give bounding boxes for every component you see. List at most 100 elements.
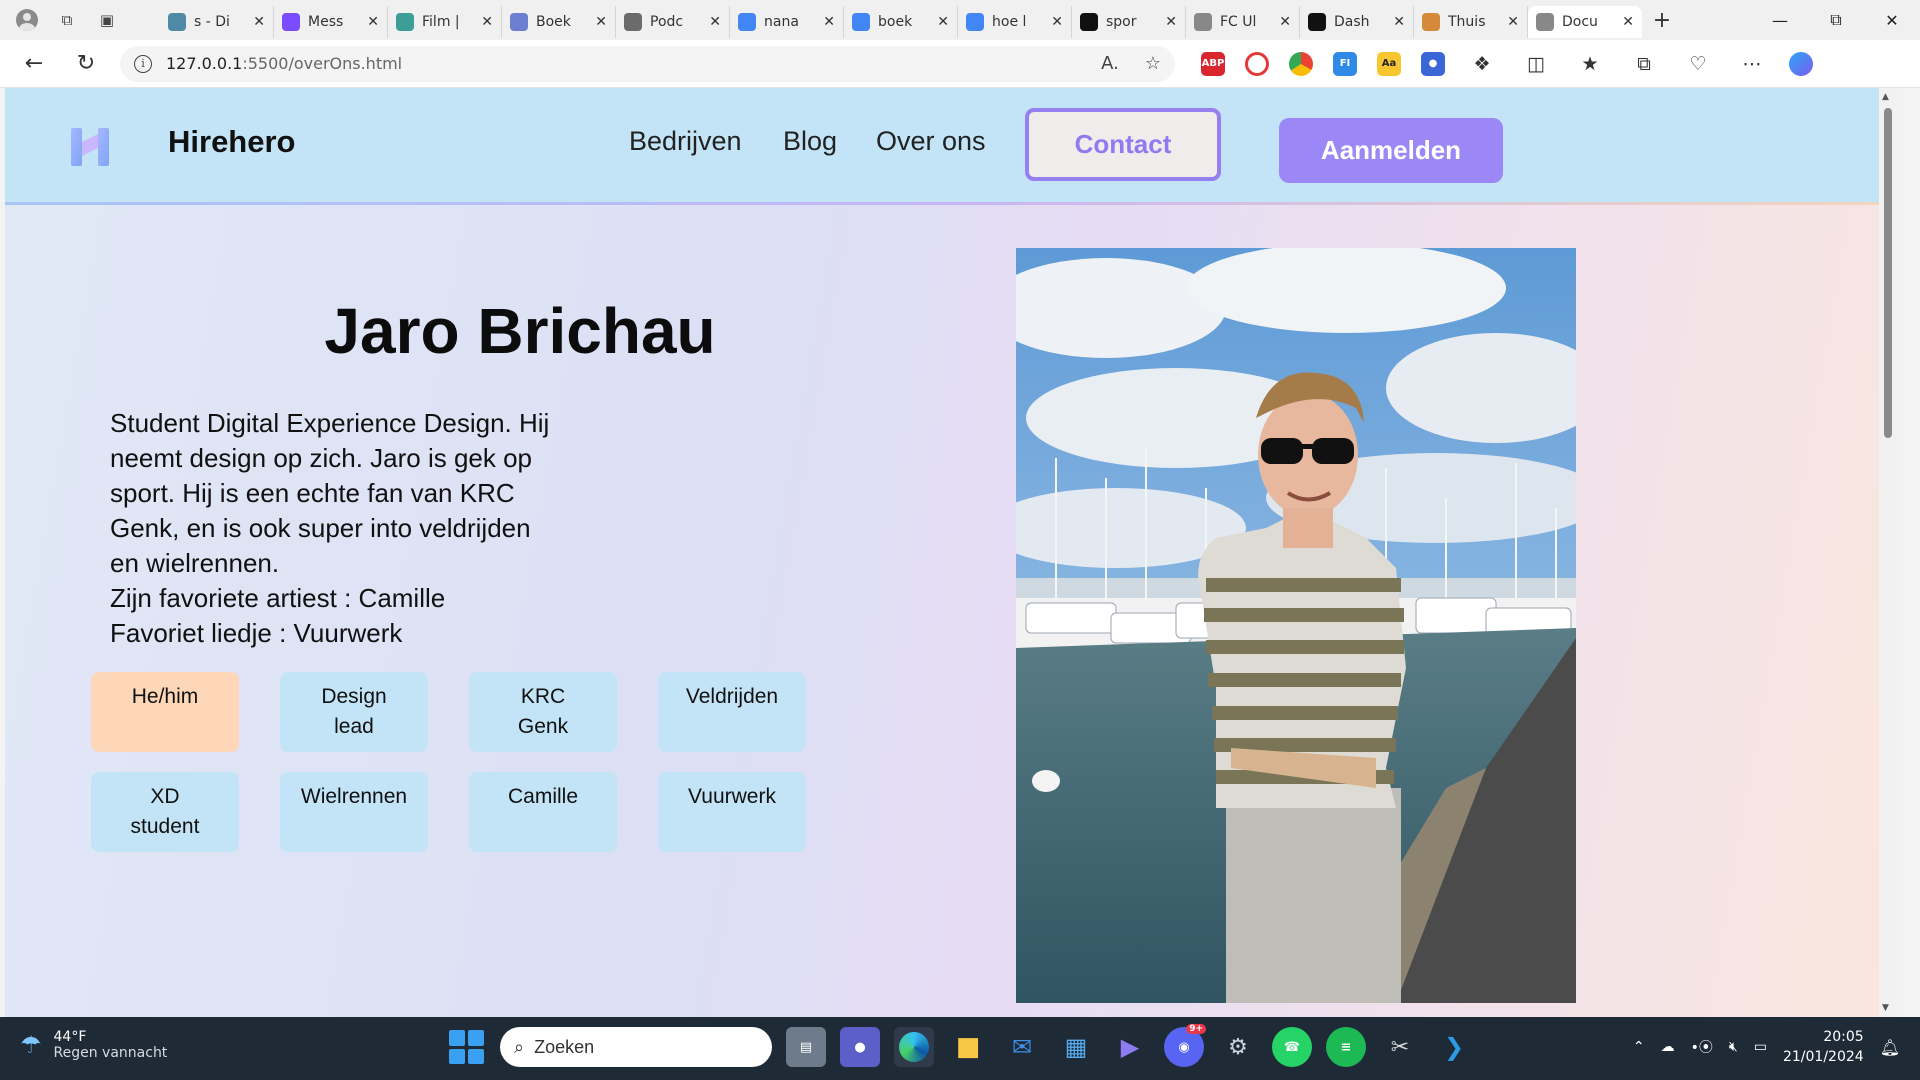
- close-tab-icon[interactable]: ✕: [1279, 14, 1291, 30]
- taskbar-search[interactable]: ⌕ Zoeken: [500, 1027, 772, 1067]
- close-tab-icon[interactable]: ✕: [1051, 14, 1063, 30]
- close-tab-icon[interactable]: ✕: [823, 14, 835, 30]
- volume-muted-icon[interactable]: 🔇︎: [1729, 1039, 1738, 1055]
- tab-title: s - Di: [194, 14, 230, 30]
- favorite-star-icon[interactable]: ☆: [1145, 53, 1161, 74]
- browser-tab[interactable]: Mess ✕: [274, 6, 388, 38]
- browser-tab[interactable]: Dash ✕: [1300, 6, 1414, 38]
- close-window-icon[interactable]: ✕: [1864, 0, 1920, 40]
- microsoft-store-icon[interactable]: ▦: [1056, 1027, 1096, 1067]
- browser-tab[interactable]: nana ✕: [730, 6, 844, 38]
- browser-tab[interactable]: hoe l ✕: [958, 6, 1072, 38]
- network-off-icon[interactable]: ☁: [1661, 1039, 1675, 1055]
- teams-chat-icon[interactable]: ●: [840, 1027, 880, 1067]
- browser-tab[interactable]: Docu ✕: [1528, 6, 1642, 38]
- browser-tab[interactable]: boek ✕: [844, 6, 958, 38]
- vscode-icon[interactable]: ❯: [1434, 1027, 1474, 1067]
- profile-avatar-icon[interactable]: [10, 5, 44, 35]
- hirehero-logo-icon[interactable]: [69, 126, 111, 168]
- close-tab-icon[interactable]: ✕: [1165, 14, 1177, 30]
- brand-name[interactable]: Hirehero: [168, 124, 295, 160]
- profile-tag-text: He/him: [131, 685, 199, 708]
- discord-icon[interactable]: ◉ 9+: [1164, 1024, 1206, 1067]
- color-extension-icon[interactable]: [1289, 51, 1313, 76]
- browser-tab-bar: ⧉ ▣ s - Di ✕ Mess ✕ Film | ✕ Boek ✕ Podc ✕ nana ✕ bo…: [0, 0, 1920, 40]
- scroll-down-icon[interactable]: ▼: [1882, 1003, 1889, 1013]
- close-tab-icon[interactable]: ✕: [595, 14, 607, 30]
- browser-tab[interactable]: Film | ✕: [388, 6, 502, 38]
- profile-tag: He/him: [91, 672, 239, 752]
- wifi-icon[interactable]: •⦿: [1691, 1037, 1713, 1057]
- close-tab-icon[interactable]: ✕: [481, 14, 493, 30]
- pinned-extension-icon[interactable]: ●: [1421, 51, 1445, 76]
- notification-bell-icon[interactable]: 🔔︎: [1880, 1038, 1900, 1057]
- copilot-icon[interactable]: [1789, 51, 1813, 76]
- whatsapp-icon[interactable]: ☎: [1272, 1027, 1312, 1067]
- more-options-icon[interactable]: ⋯: [1735, 53, 1769, 75]
- close-tab-icon[interactable]: ✕: [1507, 14, 1519, 30]
- collections-icon[interactable]: ⧉: [1627, 53, 1661, 75]
- start-button-icon[interactable]: [446, 1027, 486, 1067]
- close-tab-icon[interactable]: ✕: [253, 14, 265, 30]
- task-view-icon[interactable]: ▤: [786, 1027, 826, 1067]
- browser-essentials-icon[interactable]: ♡: [1681, 53, 1715, 75]
- clock[interactable]: 20:05 21/01/2024: [1783, 1027, 1864, 1067]
- record-extension-icon[interactable]: [1245, 51, 1269, 76]
- edge-browser-icon[interactable]: [894, 1027, 934, 1067]
- clipchamp-icon[interactable]: ▶: [1110, 1027, 1150, 1067]
- steam-icon[interactable]: ⚙: [1218, 1027, 1258, 1067]
- dictionary-extension-icon[interactable]: Aa: [1377, 51, 1401, 76]
- browser-tab[interactable]: spor ✕: [1072, 6, 1186, 38]
- close-tab-icon[interactable]: ✕: [1393, 14, 1405, 30]
- extensions-puzzle-icon[interactable]: ❖: [1465, 53, 1499, 75]
- windows-taskbar: ☂ 44°F Regen vannacht ⌕ Zoeken ▤ ● ■ ✉ ▦…: [0, 1017, 1920, 1080]
- nav-bedrijven[interactable]: Bedrijven: [629, 126, 742, 157]
- spotify-icon[interactable]: ≡: [1326, 1027, 1366, 1067]
- tab-title: Boek: [536, 14, 571, 30]
- battery-icon[interactable]: ▭: [1754, 1039, 1767, 1055]
- register-button[interactable]: Aanmelden: [1279, 118, 1503, 183]
- workspaces-icon[interactable]: ⧉: [50, 5, 84, 35]
- browser-tab[interactable]: Thuis ✕: [1414, 6, 1528, 38]
- tab-actions-icon[interactable]: ▣: [90, 5, 124, 35]
- favorites-icon[interactable]: ★: [1573, 53, 1607, 75]
- restore-icon[interactable]: ⧉: [1808, 0, 1864, 40]
- site-header: Hirehero Bedrijven Blog Over ons Contact…: [5, 88, 1897, 205]
- browser-tab[interactable]: Boek ✕: [502, 6, 616, 38]
- close-tab-icon[interactable]: ✕: [1622, 14, 1634, 30]
- site-info-icon[interactable]: i: [134, 54, 152, 73]
- snipping-tool-icon[interactable]: ✂: [1380, 1027, 1420, 1067]
- browser-tab[interactable]: Podc ✕: [616, 6, 730, 38]
- browser-tab[interactable]: s - Di ✕: [160, 6, 274, 38]
- contact-button[interactable]: Contact: [1025, 108, 1221, 181]
- nav-over-ons[interactable]: Over ons: [876, 126, 986, 157]
- minimize-icon[interactable]: —: [1752, 0, 1808, 40]
- new-tab-button[interactable]: +: [1642, 8, 1682, 33]
- back-icon[interactable]: ←: [14, 46, 54, 82]
- split-screen-icon[interactable]: ◫: [1519, 53, 1553, 75]
- browser-tab[interactable]: FC Ul ✕: [1186, 6, 1300, 38]
- fi-extension-icon[interactable]: FI: [1333, 51, 1357, 76]
- url-text[interactable]: 127.0.0.1:5500/overOns.html: [166, 54, 402, 73]
- file-explorer-icon[interactable]: ■: [948, 1027, 988, 1067]
- close-tab-icon[interactable]: ✕: [709, 14, 721, 30]
- discord-badge: 9+: [1186, 1024, 1206, 1034]
- address-bar[interactable]: i 127.0.0.1:5500/overOns.html A. ☆: [120, 45, 1175, 82]
- close-tab-icon[interactable]: ✕: [367, 14, 379, 30]
- read-aloud-icon[interactable]: A.: [1101, 53, 1119, 74]
- nav-blog[interactable]: Blog: [783, 126, 837, 157]
- tab-title: Podc: [650, 14, 684, 30]
- scroll-up-icon[interactable]: ▲: [1882, 92, 1889, 102]
- umbrella-rain-icon: ☂: [20, 1031, 42, 1059]
- mail-icon[interactable]: ✉: [1002, 1027, 1042, 1067]
- close-tab-icon[interactable]: ✕: [937, 14, 949, 30]
- weather-widget[interactable]: ☂ 44°F Regen vannacht: [20, 1029, 167, 1061]
- page-scrollbar[interactable]: ▲ ▼: [1879, 88, 1897, 1017]
- profile-tag: Design lead: [280, 672, 428, 752]
- show-hidden-icons-icon[interactable]: ⌃: [1633, 1039, 1645, 1055]
- refresh-icon[interactable]: ↻: [66, 46, 106, 82]
- scrollbar-thumb[interactable]: [1884, 108, 1892, 438]
- profile-tag-text: Camille: [507, 785, 578, 808]
- google-icon: [966, 13, 984, 31]
- adblock-extension-icon[interactable]: ABP: [1201, 51, 1225, 76]
